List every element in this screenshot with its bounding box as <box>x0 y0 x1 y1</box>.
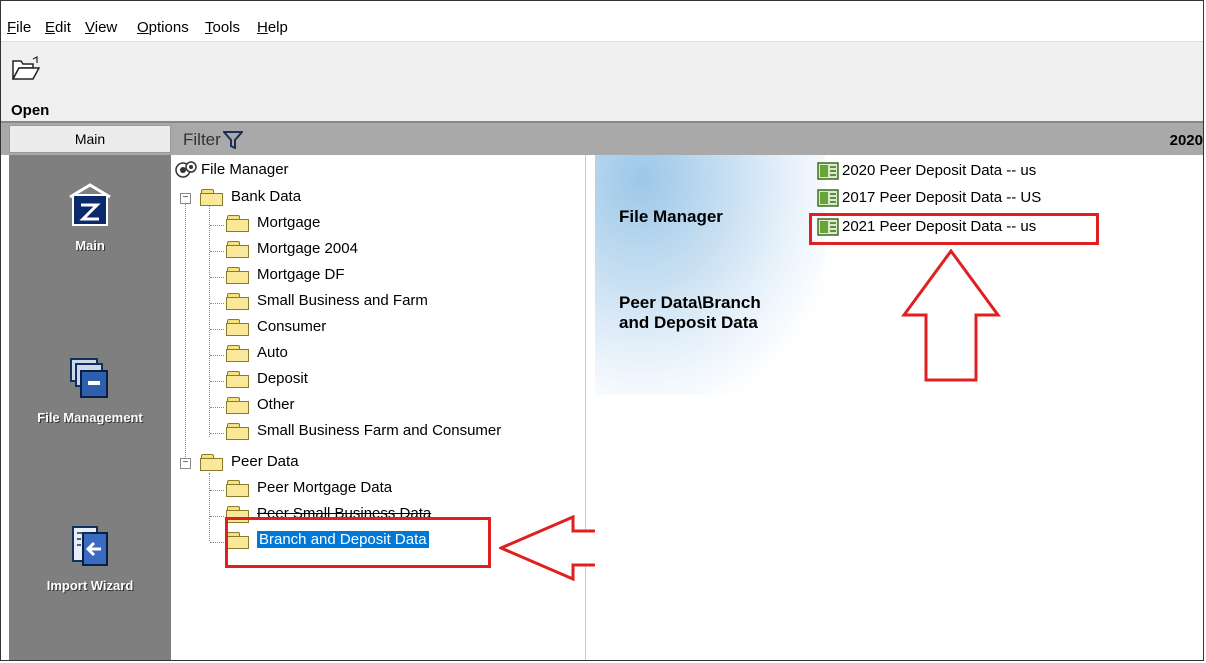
folder-icon <box>225 479 251 497</box>
sidebar-item-label: Main <box>75 238 105 253</box>
file-manager-icon <box>175 161 197 178</box>
menu-file[interactable]: File <box>7 19 31 36</box>
tree-item-deposit[interactable]: Deposit <box>225 368 308 392</box>
content-pane: File Manager Peer Data\Branch and Deposi… <box>595 155 1203 660</box>
tree-folder-bank-data[interactable]: Bank Data <box>199 186 301 210</box>
highlight-box <box>225 517 491 568</box>
folder-icon <box>225 240 251 258</box>
tree-folder-peer-data[interactable]: Peer Data <box>199 451 299 475</box>
data-file-icon <box>817 162 839 180</box>
arrow-up-icon <box>901 249 1001 382</box>
home-z-icon <box>69 183 111 226</box>
folder-icon <box>225 422 251 440</box>
tree-connector <box>185 193 186 463</box>
sidebar-item-import-wizard[interactable]: Import Wizard <box>9 523 171 594</box>
tree-item-mortgage-2004[interactable]: Mortgage 2004 <box>225 238 358 262</box>
collapse-peer-data-toggle[interactable]: − <box>180 458 191 469</box>
folder-icon <box>225 344 251 362</box>
tab-main[interactable]: Main <box>9 125 171 153</box>
menu-view[interactable]: View <box>85 19 117 36</box>
tree-root-label: File Manager <box>201 161 289 179</box>
tree-item-consumer[interactable]: Consumer <box>225 316 326 340</box>
folder-icon <box>225 292 251 310</box>
highlight-box <box>809 213 1099 245</box>
filter-icon[interactable] <box>223 131 243 149</box>
menu-edit[interactable]: Edit <box>45 19 71 36</box>
folder-icon <box>225 266 251 284</box>
tree-connector <box>209 197 210 437</box>
menu-tools[interactable]: Tools <box>205 19 240 36</box>
folder-icon <box>225 318 251 336</box>
toolbar: Open <box>1 41 1203 122</box>
tree-item-mortgage[interactable]: Mortgage <box>225 212 320 236</box>
collapse-bank-data-toggle[interactable]: − <box>180 193 191 204</box>
open-button[interactable]: Open <box>7 52 67 119</box>
open-folder-icon <box>11 56 41 80</box>
tree-item-peer-mortgage-data[interactable]: Peer Mortgage Data <box>225 477 392 501</box>
folder-icon <box>225 370 251 388</box>
tree-item-other[interactable]: Other <box>225 394 295 418</box>
year-label: 2020 <box>1169 132 1203 149</box>
tree-item-small-business-farm[interactable]: Small Business and Farm <box>225 290 428 314</box>
menu-bar: File Edit View Options Tools Help <box>1 1 1203 41</box>
content-path: Peer Data\Branch and Deposit Data <box>619 293 761 332</box>
folder-icon <box>225 396 251 414</box>
tree-connector <box>209 473 210 541</box>
sidebar: Main File Management Import Wizard <box>9 155 171 660</box>
menu-help[interactable]: Help <box>257 19 288 36</box>
tree-item-small-business-farm-consumer[interactable]: Small Business Farm and Consumer <box>225 420 501 444</box>
file-item-2017[interactable]: 2017 Peer Deposit Data -- US <box>817 187 1041 209</box>
sidebar-item-file-management[interactable]: File Management <box>9 355 171 426</box>
tree-root[interactable]: File Manager <box>175 159 289 183</box>
content-title: File Manager <box>619 207 723 226</box>
filter-label[interactable]: Filter <box>183 130 221 150</box>
sidebar-item-label: File Management <box>37 410 143 425</box>
menu-options[interactable]: Options <box>137 19 189 36</box>
app-window: File Edit View Options Tools Help Open M… <box>0 0 1204 661</box>
folder-icon <box>199 453 225 471</box>
tree-view: File Manager − Bank Data Mortgage Mortga… <box>173 155 666 660</box>
tree-item-auto[interactable]: Auto <box>225 342 288 366</box>
tree-item-mortgage-df[interactable]: Mortgage DF <box>225 264 345 288</box>
folder-icon <box>225 214 251 232</box>
file-cabinet-icon <box>70 358 108 398</box>
file-item-2020[interactable]: 2020 Peer Deposit Data -- us <box>817 160 1036 182</box>
open-label: Open <box>11 102 50 119</box>
data-file-icon <box>817 189 839 207</box>
import-wizard-icon <box>72 526 108 566</box>
folder-icon <box>199 188 225 206</box>
tab-row: Main Filter 2020 <box>1 123 1203 155</box>
sidebar-item-label: Import Wizard <box>46 578 134 593</box>
sidebar-item-main[interactable]: Main <box>9 183 171 254</box>
